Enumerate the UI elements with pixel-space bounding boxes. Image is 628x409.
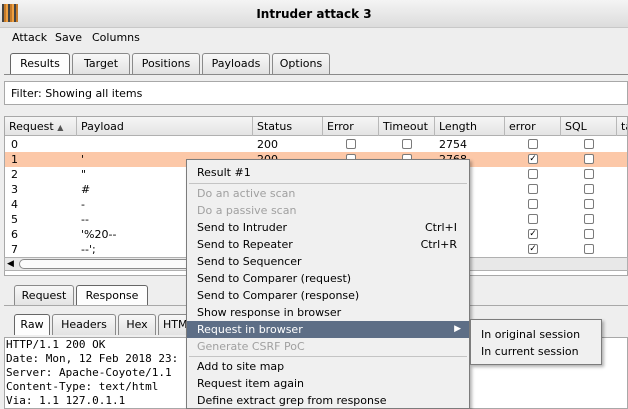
cell-payload: -: [81, 198, 85, 211]
menu-item-result-1: Result #1: [197, 166, 251, 179]
cell-request: 6: [11, 228, 18, 241]
cell-request: 3: [11, 183, 18, 196]
cell-payload: --';: [81, 243, 96, 256]
menu-item-send-to-sequencer[interactable]: Send to Sequencer: [187, 253, 469, 270]
col-header-error-grep[interactable]: error: [505, 117, 561, 136]
col-header-sql[interactable]: SQL: [561, 117, 617, 136]
menu-save[interactable]: Save: [55, 31, 82, 44]
cell-payload: #: [81, 183, 91, 196]
menu-separator: [189, 183, 467, 184]
sql-checkbox: [584, 229, 594, 239]
main-tab-strip: Results Target Positions Payloads Option…: [10, 53, 330, 75]
tab-results[interactable]: Results: [10, 53, 70, 74]
title-bar: Intruder attack 3: [0, 0, 628, 28]
error-grep-checkbox: [528, 184, 538, 194]
menu-item-send-to-comparer-request[interactable]: Send to Comparer (request): [187, 270, 469, 287]
tab-raw[interactable]: Raw: [14, 314, 50, 335]
tab-hex[interactable]: Hex: [118, 314, 156, 335]
table-header: Request ▲ Payload Status Error Timeout L…: [5, 117, 627, 136]
error-grep-checkbox: [528, 199, 538, 209]
tab-payloads[interactable]: Payloads: [202, 53, 270, 74]
sql-checkbox: [584, 169, 594, 179]
col-header-length[interactable]: Length: [435, 117, 505, 136]
cell-request: 2: [11, 168, 18, 181]
sql-checkbox: [584, 154, 594, 164]
menu-separator: [189, 356, 467, 357]
error-grep-checkbox: ✓: [528, 154, 538, 164]
cell-length: 2754: [439, 138, 467, 151]
filter-text: Filter: Showing all items: [11, 87, 143, 100]
submenu-item-original-session[interactable]: In original session: [471, 326, 601, 343]
menu-item-request-in-browser[interactable]: Request in browser ▶: [187, 321, 469, 338]
col-header-payload[interactable]: Payload: [77, 117, 253, 136]
menu-item-send-to-intruder[interactable]: Send to Intruder Ctrl+I: [187, 219, 469, 236]
tab-response[interactable]: Response: [76, 285, 148, 306]
sort-asc-icon: ▲: [57, 123, 64, 132]
sql-checkbox: [584, 214, 594, 224]
cell-status: 200: [257, 138, 278, 151]
col-header-request[interactable]: Request ▲: [5, 117, 77, 136]
request-response-tab-strip: Request Response: [14, 285, 150, 307]
filter-bar[interactable]: Filter: Showing all items: [4, 81, 628, 105]
menu-item-passive-scan: Do a passive scan: [197, 204, 297, 217]
table-row[interactable]: 0 200 2754: [5, 137, 627, 152]
error-grep-checkbox: ✓: [528, 229, 538, 239]
error-grep-checkbox: ✓: [528, 244, 538, 254]
error-grep-checkbox: [528, 139, 538, 149]
window-title: Intruder attack 3: [256, 7, 372, 21]
cell-payload: ': [81, 153, 85, 166]
error-grep-checkbox: [528, 169, 538, 179]
error-checkbox: [346, 139, 356, 149]
menu-item-generate-csrf-poc: Generate CSRF PoC: [197, 340, 305, 353]
col-header-ta[interactable]: ta: [617, 117, 627, 136]
col-header-error[interactable]: Error: [323, 117, 379, 136]
menu-columns[interactable]: Columns: [92, 31, 140, 44]
tab-target[interactable]: Target: [72, 53, 130, 74]
menu-attack[interactable]: Attack: [12, 31, 47, 44]
request-in-browser-submenu: In original session In current session: [470, 319, 602, 365]
menu-item-add-to-site-map[interactable]: Add to site map: [187, 358, 469, 375]
context-menu: Result #1 Do an active scan Do a passive…: [186, 159, 470, 409]
sql-checkbox: [584, 139, 594, 149]
timeout-checkbox: [402, 139, 412, 149]
menu-item-active-scan: Do an active scan: [197, 187, 296, 200]
menu-bar: Attack Save Columns: [0, 28, 628, 48]
submenu-item-current-session[interactable]: In current session: [471, 343, 601, 360]
scroll-left-icon[interactable]: ◀: [7, 259, 14, 269]
shortcut-label: Ctrl+R: [420, 238, 457, 251]
tab-options[interactable]: Options: [272, 53, 330, 74]
cell-request: 1: [11, 153, 18, 166]
menu-item-define-extract-grep[interactable]: Define extract grep from response: [187, 392, 469, 409]
cell-request: 5: [11, 213, 18, 226]
error-grep-checkbox: [528, 214, 538, 224]
cell-request: 7: [11, 243, 18, 256]
tab-divider: [4, 74, 628, 75]
cell-payload: '%20--: [81, 228, 117, 241]
sql-checkbox: [584, 199, 594, 209]
menu-item-send-to-comparer-response[interactable]: Send to Comparer (response): [187, 287, 469, 304]
col-header-status[interactable]: Status: [253, 117, 323, 136]
shortcut-label: Ctrl+I: [424, 221, 457, 234]
response-view-tab-strip: Raw Headers Hex HTM: [14, 314, 198, 336]
menu-item-show-response-in-browser[interactable]: Show response in browser: [187, 304, 469, 321]
cell-payload: ": [81, 168, 87, 181]
col-header-timeout[interactable]: Timeout: [379, 117, 435, 136]
sql-checkbox: [584, 244, 594, 254]
tab-request[interactable]: Request: [14, 285, 74, 306]
cell-request: 4: [11, 198, 18, 211]
tab-positions[interactable]: Positions: [132, 53, 200, 74]
cell-payload: --: [81, 213, 89, 226]
menu-item-request-item-again[interactable]: Request item again: [187, 375, 469, 392]
submenu-arrow-icon: ▶: [454, 324, 461, 334]
tab-headers[interactable]: Headers: [52, 314, 116, 335]
cell-request: 0: [11, 138, 18, 151]
sql-checkbox: [584, 184, 594, 194]
menu-item-send-to-repeater[interactable]: Send to Repeater Ctrl+R: [187, 236, 469, 253]
